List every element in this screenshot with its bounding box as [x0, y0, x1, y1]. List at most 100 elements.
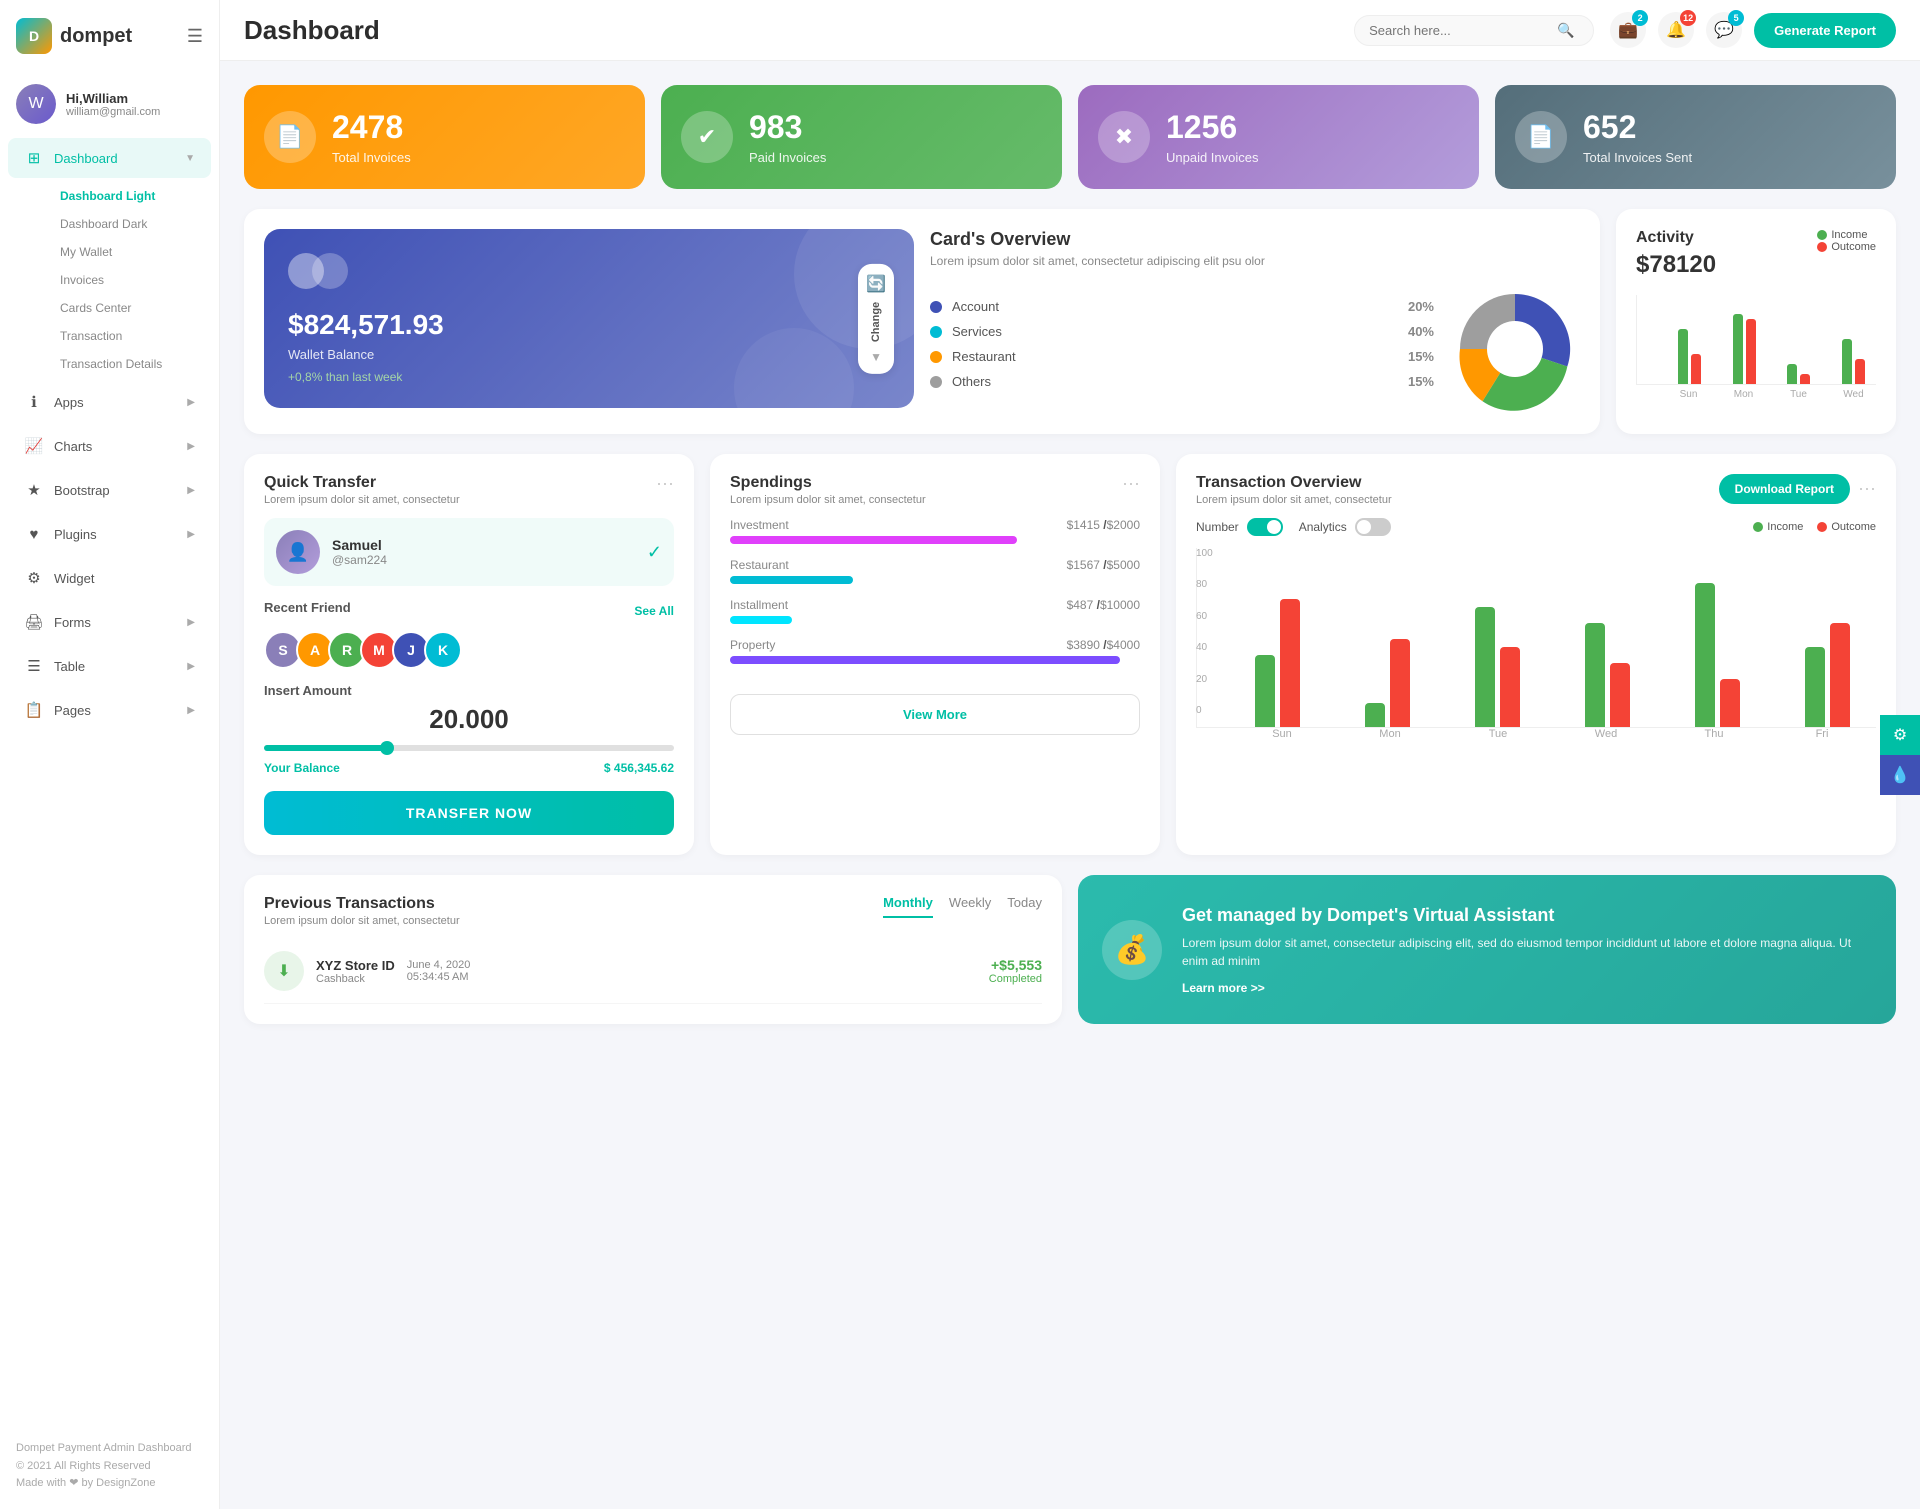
- sidebar-item-table[interactable]: ☰ Table ▶: [8, 646, 211, 686]
- legend-dot-income: [1817, 230, 1827, 240]
- more-options-icon[interactable]: ⋯: [656, 474, 674, 495]
- user-name: Hi,William: [66, 91, 160, 106]
- tab-weekly[interactable]: Weekly: [949, 895, 991, 918]
- sidebar-sub-item-wallet[interactable]: My Wallet: [44, 238, 219, 266]
- spendings-header: Spendings Lorem ipsum dolor sit amet, co…: [730, 474, 1140, 506]
- sidebar-sub-item-cards[interactable]: Cards Center: [44, 294, 219, 322]
- floating-settings-button[interactable]: ⚙: [1880, 715, 1920, 755]
- large-income-bar: [1695, 583, 1715, 727]
- transfer-now-button[interactable]: TRANSFER NOW: [264, 791, 674, 835]
- person-handle: @sam224: [332, 553, 387, 567]
- overview-labels: Account 20% Services 40%: [930, 299, 1434, 399]
- spending-row-investment: Investment $1415 /$2000: [730, 518, 1140, 544]
- tx-overview-subtitle: Lorem ipsum dolor sit amet, consectetur: [1196, 494, 1392, 506]
- large-outcome-bar: [1830, 623, 1850, 727]
- pie-chart: [1450, 284, 1580, 414]
- outcome-bar: [1746, 319, 1756, 384]
- spendings-more-icon[interactable]: ⋯: [1122, 474, 1140, 495]
- stat-label-unpaid: Unpaid Invoices: [1166, 150, 1259, 165]
- toggle-number: Number: [1196, 518, 1283, 536]
- y-label-80: 80: [1196, 579, 1224, 590]
- sidebar-sub-item-transaction-details[interactable]: Transaction Details: [44, 350, 219, 378]
- sidebar-item-label: Widget: [54, 571, 195, 586]
- tx-amount: +$5,553: [989, 957, 1042, 973]
- legend-dot-income: [1753, 522, 1763, 532]
- toggle-number-label: Number: [1196, 520, 1239, 534]
- income-bar: [1678, 329, 1688, 384]
- generate-report-button[interactable]: Generate Report: [1754, 13, 1896, 48]
- search-input[interactable]: [1369, 23, 1549, 38]
- sidebar-item-plugins[interactable]: ♥ Plugins ▶: [8, 514, 211, 554]
- bar-group-mon: [1722, 314, 1767, 384]
- overview-label-restaurant: Restaurant: [952, 349, 1398, 364]
- chevron-down-icon: ▼: [185, 153, 195, 164]
- cards-overview-section: Card's Overview Lorem ipsum dolor sit am…: [930, 229, 1580, 414]
- large-income-bar: [1255, 655, 1275, 727]
- sidebar-logo-area: D dompet ☰: [0, 0, 219, 72]
- sidebar-item-label: Plugins: [54, 527, 177, 542]
- bottom-three-col: Quick Transfer Lorem ipsum dolor sit ame…: [244, 454, 1896, 855]
- search-bar[interactable]: 🔍: [1354, 15, 1594, 46]
- view-more-button[interactable]: View More: [730, 694, 1140, 735]
- stat-label-sent: Total Invoices Sent: [1583, 150, 1692, 165]
- floating-water-button[interactable]: 💧: [1880, 755, 1920, 795]
- sidebar-item-forms[interactable]: 🖨 Forms ▶: [8, 602, 211, 642]
- sidebar-item-pages[interactable]: 📋 Pages ▶: [8, 690, 211, 730]
- tx-overview-more-icon[interactable]: ⋯: [1858, 479, 1876, 500]
- wallet-icon-btn[interactable]: 💼 2: [1610, 12, 1646, 48]
- sidebar-item-bootstrap[interactable]: ★ Bootstrap ▶: [8, 470, 211, 510]
- see-all-link[interactable]: See All: [634, 604, 674, 618]
- spending-label-property: Property: [730, 638, 775, 652]
- large-outcome-bar: [1390, 639, 1410, 727]
- person-name: Samuel: [332, 537, 387, 553]
- amount-slider[interactable]: [264, 745, 674, 751]
- chat-icon-btn[interactable]: 💬 5: [1706, 12, 1742, 48]
- user-info: Hi,William william@gmail.com: [66, 91, 160, 118]
- check-icon: ✓: [647, 542, 662, 563]
- sidebar-item-dashboard[interactable]: ⊞ Dashboard ▼: [8, 138, 211, 178]
- tx-sub: Cashback: [316, 973, 395, 985]
- toggle-analytics-switch[interactable]: [1355, 518, 1391, 536]
- friend-avatar-6[interactable]: K: [424, 631, 462, 669]
- large-outcome-bar: [1280, 599, 1300, 727]
- legend-outcome: Outcome: [1817, 521, 1876, 533]
- logo-text: dompet: [60, 25, 132, 48]
- sidebar-sub-item-light[interactable]: Dashboard Light: [44, 182, 219, 210]
- va-icon: 💰: [1102, 920, 1162, 980]
- change-button[interactable]: 🔄 Change ▼: [858, 263, 894, 373]
- legend-label-outcome: Outcome: [1831, 521, 1876, 533]
- overview-label-account: Account: [952, 299, 1398, 314]
- sidebar-item-charts[interactable]: 📈 Charts ▶: [8, 426, 211, 466]
- wallet-label: Wallet Balance: [288, 347, 890, 362]
- tab-today[interactable]: Today: [1007, 895, 1042, 918]
- bell-icon-btn[interactable]: 🔔 12: [1658, 12, 1694, 48]
- dashboard-icon: ⊞: [24, 148, 44, 168]
- bell-badge: 12: [1680, 10, 1696, 26]
- spendings-subtitle: Lorem ipsum dolor sit amet, consectetur: [730, 494, 926, 506]
- sidebar-sub-item-dark[interactable]: Dashboard Dark: [44, 210, 219, 238]
- toggle-analytics-label: Analytics: [1299, 520, 1347, 534]
- sidebar-sub-item-invoices[interactable]: Invoices: [44, 266, 219, 294]
- tab-monthly[interactable]: Monthly: [883, 895, 933, 918]
- plugins-icon: ♥: [24, 524, 44, 544]
- download-report-button[interactable]: Download Report: [1719, 474, 1850, 504]
- stat-card-sent: 📄 652 Total Invoices Sent: [1495, 85, 1896, 189]
- sidebar-sub-item-transaction[interactable]: Transaction: [44, 322, 219, 350]
- y-label-0: 0: [1196, 705, 1224, 716]
- large-income-bar: [1585, 623, 1605, 727]
- toggle-number-switch[interactable]: [1247, 518, 1283, 536]
- stats-row: 📄 2478 Total Invoices ✔ 983 Paid Invoice…: [244, 85, 1896, 189]
- stat-info-sent: 652 Total Invoices Sent: [1583, 109, 1692, 165]
- stat-card-unpaid: ✖ 1256 Unpaid Invoices: [1078, 85, 1479, 189]
- refresh-icon: 🔄: [866, 273, 886, 293]
- sidebar-item-widget[interactable]: ⚙ Widget: [8, 558, 211, 598]
- sidebar-item-apps[interactable]: ℹ Apps ▶: [8, 382, 211, 422]
- bootstrap-icon: ★: [24, 480, 44, 500]
- large-bar-group-tue: [1449, 607, 1547, 727]
- overview-label-services: Services: [952, 324, 1398, 339]
- hamburger-icon[interactable]: ☰: [187, 26, 203, 47]
- x-label-fri: Fri: [1768, 728, 1876, 740]
- tx-overview-header: Transaction Overview Lorem ipsum dolor s…: [1196, 474, 1876, 506]
- x-label-thu: Thu: [1660, 728, 1768, 740]
- va-learn-more-link[interactable]: Learn more >>: [1182, 981, 1265, 995]
